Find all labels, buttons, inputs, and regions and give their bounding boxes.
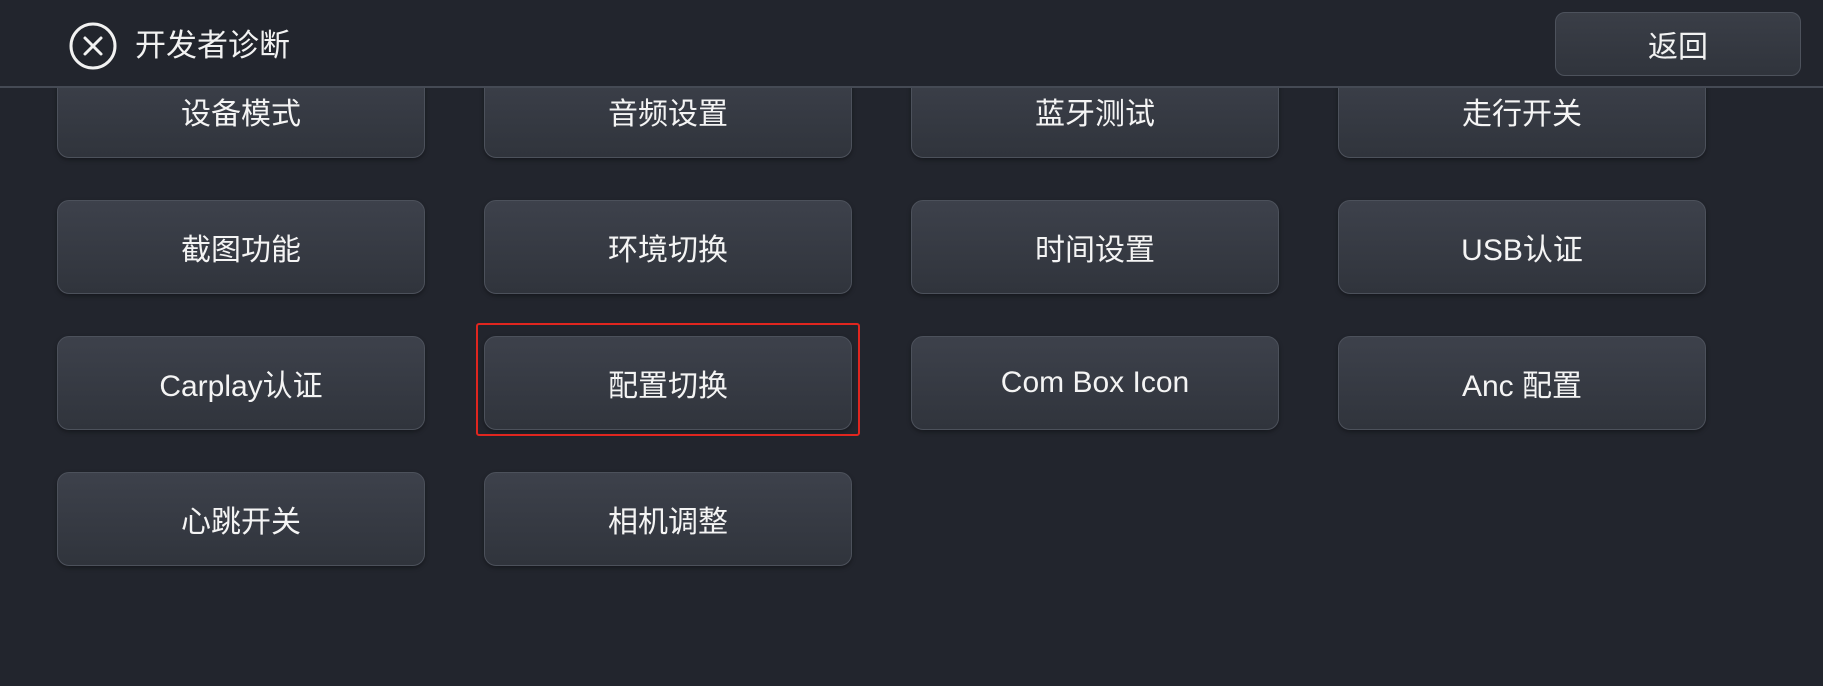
function-tile[interactable]: USB认证 <box>1338 200 1706 294</box>
close-icon[interactable] <box>68 21 118 71</box>
function-tile[interactable]: 相机调整 <box>484 472 852 566</box>
function-tile[interactable]: 配置切换 <box>476 323 860 436</box>
function-tile[interactable]: 音频设置 <box>484 88 852 158</box>
function-tile[interactable]: 蓝牙测试 <box>911 88 1279 158</box>
page-title: 开发者诊断 <box>135 28 290 64</box>
top-bar: 开发者诊断 返回 <box>0 0 1823 88</box>
function-tile[interactable]: 走行开关 <box>1338 88 1706 158</box>
function-tile[interactable]: 心跳开关 <box>57 472 425 566</box>
back-button[interactable]: 返回 <box>1555 12 1801 76</box>
function-tile[interactable]: Com Box Icon <box>911 336 1279 430</box>
function-tile[interactable]: 设备模式 <box>57 88 425 158</box>
function-grid-scroll[interactable]: 设备模式 音频设置 蓝牙测试 走行开关截图功能 环境切换 时间设置 USB认证 Carplay… <box>0 88 1823 686</box>
function-tile[interactable]: Carplay认证 <box>57 336 425 430</box>
function-tile[interactable]: 截图功能 <box>57 200 425 294</box>
function-grid: 设备模式 音频设置 蓝牙测试 走行开关截图功能 环境切换 时间设置 USB认证 Carplay… <box>57 88 1706 566</box>
function-tile[interactable]: 环境切换 <box>484 200 852 294</box>
function-tile[interactable]: 时间设置 <box>911 200 1279 294</box>
function-tile[interactable]: Anc 配置 <box>1338 336 1706 430</box>
